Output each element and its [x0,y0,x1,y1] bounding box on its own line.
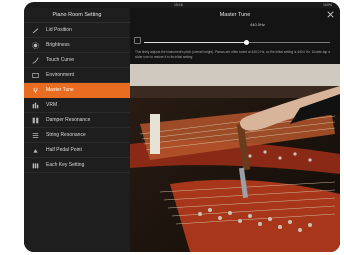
environment-icon [32,73,39,78]
sidebar-item-lid-position[interactable]: Lid Position [24,23,130,38]
sidebar-item-string-resonance[interactable]: String Resonance [24,128,130,143]
sidebar-item-master-tune[interactable]: Master Tune [24,83,130,98]
master-tune-panel: Master Tune 440.0Hz This finely adjusts … [130,8,340,252]
settings-sidebar: Piano Room Setting Lid Position Brightne… [24,8,130,252]
slider-thumb[interactable] [243,40,249,45]
sidebar-item-label: Lid Position [46,27,72,33]
reset-checkbox[interactable] [134,37,141,44]
tuning-fork-icon [33,87,38,94]
tablet-screen: 15:16 100% Piano Room Setting Lid Positi… [24,2,340,252]
piano-tuning-photo [130,64,340,252]
sidebar-item-label: Damper Resonance [46,117,91,123]
sidebar-item-vrm[interactable]: VRM [24,98,130,113]
panel-title: Master Tune [219,12,251,18]
sidebar-item-label: Touch Curve [46,57,75,63]
brightness-icon [32,42,39,49]
tune-value-label: 440.0Hz [250,22,265,27]
sidebar-item-label: Master Tune [46,87,74,93]
slider-fill [144,42,247,43]
piano-interior-illustration [130,64,340,252]
sidebar-item-half-pedal-point[interactable]: Half Pedal Point [24,143,130,158]
master-tune-slider[interactable] [144,40,330,45]
lid-icon [32,28,39,34]
sidebar-item-label: Each Key Setting [46,162,85,168]
sidebar-title: Piano Room Setting [24,8,130,23]
sidebar-item-environment[interactable]: Environment [24,68,130,83]
sidebar-item-damper-resonance[interactable]: Damper Resonance [24,113,130,128]
sidebar-item-label: Brightness [46,42,70,48]
damper-icon [32,117,39,124]
sidebar-item-brightness[interactable]: Brightness [24,38,130,53]
sidebar-item-touch-curve[interactable]: Touch Curve [24,53,130,68]
vrm-icon [32,102,39,109]
close-icon[interactable] [327,11,334,18]
touch-curve-icon [32,57,39,64]
master-tune-description: This finely adjusts the instrument's pit… [135,50,330,59]
key-setting-icon [32,163,39,169]
sidebar-item-label: VRM [46,102,58,108]
sidebar-item-label: Environment [46,72,75,78]
sidebar-item-each-key-setting[interactable]: Each Key Setting [24,158,130,173]
sidebar-item-label: Half Pedal Point [46,147,82,153]
sidebar-item-label: String Resonance [46,132,86,138]
pedal-icon [33,149,38,153]
string-icon [32,133,39,138]
